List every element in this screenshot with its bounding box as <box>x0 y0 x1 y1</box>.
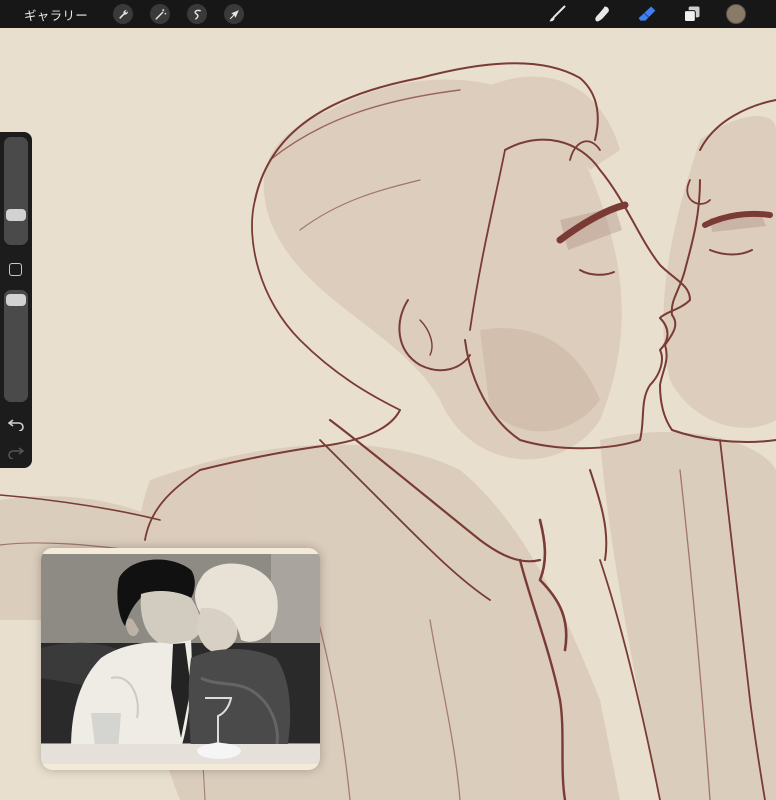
opacity-slider[interactable] <box>4 290 28 402</box>
modify-button[interactable] <box>9 263 22 276</box>
left-sidebar <box>0 132 32 468</box>
reference-image-panel[interactable] <box>41 548 320 770</box>
undo-icon[interactable] <box>8 419 24 431</box>
brush-size-thumb[interactable] <box>6 209 26 221</box>
transform-arrow-icon[interactable] <box>224 4 245 24</box>
eraser-icon[interactable] <box>636 3 658 25</box>
brush-icon[interactable] <box>546 3 568 25</box>
top-toolbar: ギャラリー <box>0 0 776 28</box>
smudge-icon[interactable] <box>591 3 613 25</box>
wrench-icon[interactable] <box>113 4 134 24</box>
brush-size-slider[interactable] <box>4 137 28 245</box>
opacity-thumb[interactable] <box>6 294 26 306</box>
reference-photo <box>41 548 320 770</box>
gallery-button[interactable]: ギャラリー <box>24 5 88 24</box>
right-toolbar <box>546 0 776 28</box>
layers-icon[interactable] <box>681 3 703 25</box>
color-picker-button[interactable] <box>726 4 746 24</box>
redo-icon[interactable] <box>8 447 24 459</box>
magic-wand-icon[interactable] <box>150 4 171 24</box>
selection-icon[interactable] <box>187 4 208 24</box>
